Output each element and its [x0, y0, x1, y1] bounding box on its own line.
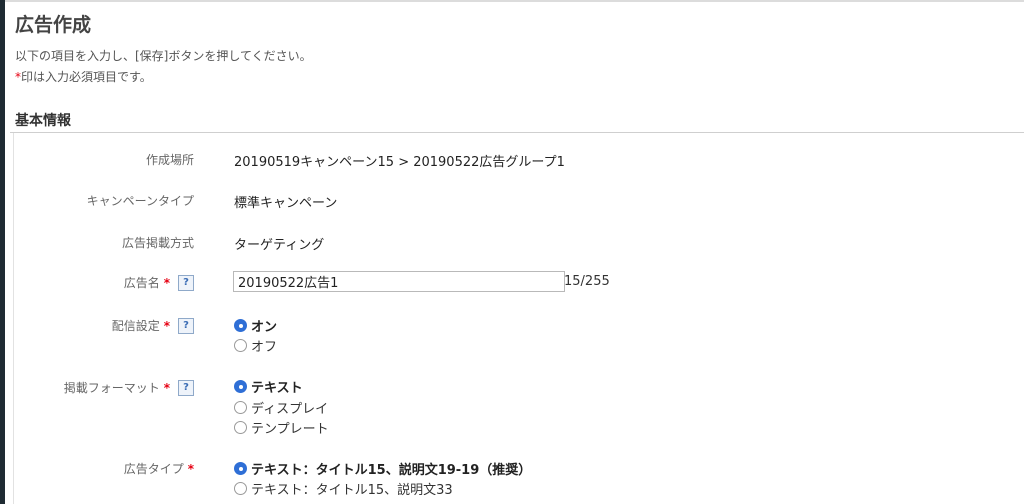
ad-name-char-counter: 15/255 [564, 274, 610, 289]
ad-name-input[interactable] [233, 271, 565, 292]
radio-checked-icon [234, 462, 247, 475]
location-label: 作成場所 [146, 151, 194, 168]
format-label: 掲載フォーマット * ? [64, 379, 194, 396]
delivery-radio-off[interactable]: オフ [234, 336, 277, 355]
instruction-text: 以下の項目を入力し、[保存]ボタンを押してください。 [15, 49, 312, 63]
format-radio-text[interactable]: テキスト [234, 377, 303, 396]
radio-label: テキスト：タイトル15、説明文19-19（推奨） [251, 463, 532, 478]
section-title-basic-info: 基本情報 [15, 113, 71, 129]
basic-info-form: 作成場所 20190519キャンペーン15 > 20190522広告グループ1 … [13, 133, 1024, 504]
placement-method-label: 広告掲載方式 [122, 234, 194, 251]
placement-method-value: ターゲティング [234, 238, 325, 253]
page-title: 広告作成 [15, 14, 92, 36]
required-note: *印は入力必須項目です。 [15, 68, 152, 85]
format-radio-display[interactable]: ディスプレイ [234, 398, 328, 417]
format-label-text: 掲載フォーマット [63, 381, 160, 395]
required-star: * [163, 380, 170, 395]
required-star: * [187, 461, 194, 476]
delivery-radio-on[interactable]: オン [234, 316, 277, 335]
radio-label: テキスト [251, 381, 303, 396]
required-note-text: 印は入力必須項目です。 [21, 70, 152, 84]
required-star: * [163, 275, 170, 290]
radio-label: オフ [251, 340, 278, 355]
ad-type-radio-33[interactable]: テキスト：タイトル15、説明文33 [234, 479, 453, 498]
placement-method-label-text: 広告掲載方式 [121, 236, 194, 250]
campaign-type-label: キャンペーンタイプ [87, 192, 194, 209]
delivery-label-text: 配信設定 [111, 319, 160, 333]
format-radio-template[interactable]: テンプレート [234, 418, 329, 437]
ad-type-label-text: 広告タイプ [123, 462, 184, 476]
campaign-type-label-text: キャンペーンタイプ [86, 194, 194, 208]
ad-type-label: 広告タイプ * [124, 460, 194, 477]
required-star: * [163, 318, 170, 333]
ad-name-label: 広告名 * ? [124, 274, 194, 291]
radio-unchecked-icon [234, 482, 247, 495]
location-label-text: 作成場所 [145, 153, 194, 167]
delivery-label: 配信設定 * ? [112, 317, 194, 334]
ad-type-radio-recommended[interactable]: テキスト：タイトル15、説明文19-19（推奨） [234, 459, 531, 478]
campaign-type-value: 標準キャンペーン [234, 196, 338, 211]
ad-create-page: 広告作成 以下の項目を入力し、[保存]ボタンを押してください。 *印は入力必須項… [5, 2, 1024, 504]
radio-unchecked-icon [234, 421, 247, 434]
radio-label: オン [251, 320, 278, 335]
help-icon[interactable]: ? [178, 379, 194, 396]
radio-unchecked-icon [234, 339, 247, 352]
radio-unchecked-icon [234, 401, 247, 414]
ad-name-label-text: 広告名 [123, 276, 160, 290]
radio-checked-icon [234, 380, 247, 393]
radio-label: テンプレート [251, 422, 329, 437]
help-icon[interactable]: ? [178, 274, 194, 291]
help-icon[interactable]: ? [178, 317, 194, 334]
location-value: 20190519キャンペーン15 > 20190522広告グループ1 [234, 155, 565, 170]
radio-label: ディスプレイ [251, 402, 329, 417]
radio-checked-icon [234, 319, 247, 332]
radio-label: テキスト：タイトル15、説明文33 [251, 483, 453, 498]
